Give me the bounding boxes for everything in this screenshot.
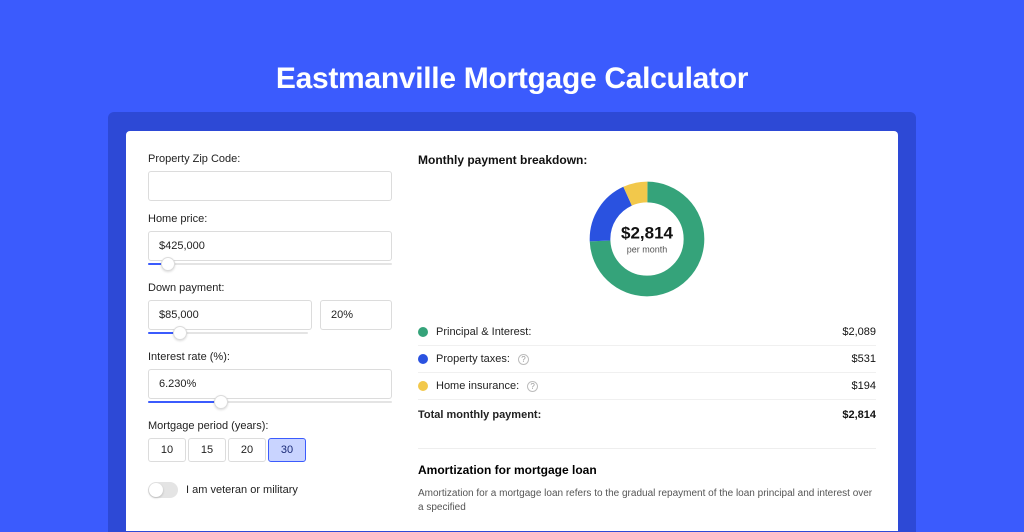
price-slider[interactable] — [148, 260, 392, 270]
amort-title: Amortization for mortgage loan — [418, 463, 876, 477]
rate-input[interactable] — [148, 369, 392, 399]
total-value: $2,814 — [842, 409, 876, 421]
legend-label: Home insurance: — [436, 380, 519, 392]
period-field: Mortgage period (years): 10152030 — [148, 420, 392, 462]
down-label: Down payment: — [148, 282, 392, 294]
legend-row-pi: Principal & Interest: $2,089 — [418, 319, 876, 346]
period-button-20[interactable]: 20 — [228, 438, 266, 462]
period-button-10[interactable]: 10 — [148, 438, 186, 462]
period-button-30[interactable]: 30 — [268, 438, 306, 462]
info-icon[interactable]: ? — [527, 381, 538, 392]
veteran-label: I am veteran or military — [186, 484, 298, 496]
inputs-panel: Property Zip Code: Home price: Down paym… — [148, 153, 392, 531]
rate-slider[interactable] — [148, 398, 392, 408]
zip-input[interactable] — [148, 171, 392, 201]
dot-icon — [418, 327, 428, 337]
legend-value: $194 — [852, 380, 876, 392]
amort-body: Amortization for a mortgage loan refers … — [418, 487, 876, 515]
legend-value: $2,089 — [842, 326, 876, 338]
rate-field: Interest rate (%): — [148, 351, 392, 408]
donut-center: $2,814 per month — [621, 224, 673, 255]
legend-row-tax: Property taxes: ? $531 — [418, 346, 876, 373]
down-field: Down payment: — [148, 282, 392, 339]
legend-row-ins: Home insurance: ? $194 — [418, 373, 876, 400]
dot-icon — [418, 381, 428, 391]
period-label: Mortgage period (years): — [148, 420, 392, 432]
calculator-card: Property Zip Code: Home price: Down paym… — [126, 131, 898, 531]
donut-chart: $2,814 per month — [418, 177, 876, 301]
legend-row-total: Total monthly payment: $2,814 — [418, 400, 876, 428]
zip-field: Property Zip Code: — [148, 153, 392, 201]
veteran-toggle[interactable] — [148, 482, 178, 498]
legend: Principal & Interest: $2,089 Property ta… — [418, 319, 876, 428]
rate-label: Interest rate (%): — [148, 351, 392, 363]
amortization-section: Amortization for mortgage loan Amortizat… — [418, 448, 876, 515]
legend-value: $531 — [852, 353, 876, 365]
dot-icon — [418, 354, 428, 364]
page-title: Eastmanville Mortgage Calculator — [0, 0, 1024, 96]
total-label: Total monthly payment: — [418, 409, 541, 421]
donut-value: $2,814 — [621, 224, 673, 244]
price-input[interactable] — [148, 231, 392, 261]
period-buttons: 10152030 — [148, 438, 392, 462]
breakdown-title: Monthly payment breakdown: — [418, 153, 876, 167]
breakdown-panel: Monthly payment breakdown: $2,814 per mo… — [418, 153, 876, 531]
period-button-15[interactable]: 15 — [188, 438, 226, 462]
down-pct-input[interactable] — [320, 300, 392, 330]
veteran-row: I am veteran or military — [148, 482, 392, 498]
legend-label: Property taxes: — [436, 353, 510, 365]
zip-label: Property Zip Code: — [148, 153, 392, 165]
donut-sub: per month — [621, 245, 673, 255]
down-input[interactable] — [148, 300, 312, 330]
price-label: Home price: — [148, 213, 392, 225]
legend-label: Principal & Interest: — [436, 326, 531, 338]
down-slider[interactable] — [148, 329, 308, 339]
price-field: Home price: — [148, 213, 392, 270]
info-icon[interactable]: ? — [518, 354, 529, 365]
